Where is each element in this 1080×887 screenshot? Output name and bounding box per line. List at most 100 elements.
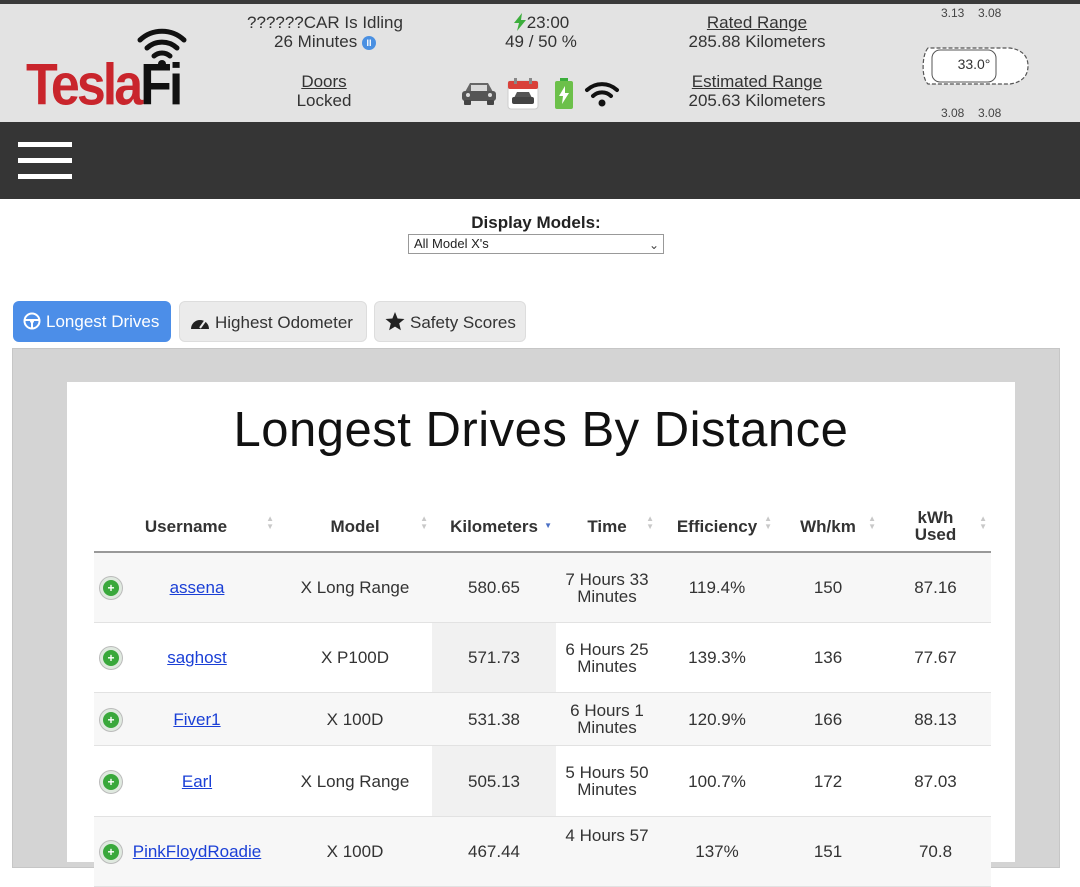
tab-safety-scores[interactable]: Safety Scores <box>374 301 526 342</box>
column-label: Username <box>144 516 228 536</box>
column-header-model[interactable]: Model ▲ ▼ <box>278 500 432 552</box>
sort-desc-icon: ▼ <box>544 521 552 530</box>
calendar-car-icon[interactable] <box>506 78 540 110</box>
column-label: Kilometers <box>450 516 538 536</box>
car-parked-icon[interactable] <box>460 78 498 108</box>
username-link[interactable]: assena <box>170 579 225 596</box>
tab-label: Highest Odometer <box>215 313 353 332</box>
cell-time: 7 Hours 33 Minutes <box>565 569 649 606</box>
doors-value: Locked <box>296 91 352 110</box>
cell-model: X P100D <box>320 648 390 667</box>
cell-time: 6 Hours 25 Minutes <box>565 639 649 676</box>
display-models-label: Display Models: <box>471 213 601 232</box>
tire-pressure-front-left: 3.13 <box>941 6 965 20</box>
column-header-kilometers[interactable]: Kilometers ▼ <box>432 500 556 552</box>
tab-label: Safety Scores <box>410 313 516 332</box>
expand-row-icon[interactable]: + <box>100 647 122 669</box>
column-label: kWh Used <box>914 508 957 544</box>
table-row: + PinkFloydRoadie X 100D 467.44 4 Hours … <box>94 817 991 887</box>
cell-kwh-used: 77.67 <box>914 648 957 667</box>
estimated-range-label[interactable]: Estimated Range <box>662 72 852 91</box>
cell-kwh-used: 87.16 <box>914 578 957 597</box>
hamburger-menu-icon[interactable] <box>18 142 72 180</box>
charge-status: 23:00 49 / 50 % <box>482 13 600 51</box>
rated-range: Rated Range 285.88 Kilometers <box>662 13 852 51</box>
expand-row-icon[interactable]: + <box>100 841 122 863</box>
rated-range-label[interactable]: Rated Range <box>662 13 852 32</box>
tab-longest-drives[interactable]: Longest Drives <box>13 301 171 342</box>
panel-title: Longest Drives By Distance <box>233 403 849 457</box>
idle-duration: 26 Minutes II <box>236 32 414 51</box>
charge-level: 49 / 50 % <box>505 32 577 51</box>
star-icon <box>385 312 405 331</box>
charge-time: 23:00 <box>482 13 600 32</box>
cabin-temperature: 33.0° <box>957 56 991 72</box>
expand-row-icon[interactable]: + <box>100 577 122 599</box>
cell-efficiency: 119.4% <box>688 578 746 597</box>
sort-icon: ▲ ▼ <box>868 514 876 531</box>
cell-kwh-used: 87.03 <box>914 771 957 791</box>
sort-icon: ▲ ▼ <box>764 514 772 531</box>
cell-kilometers: 580.65 <box>468 578 520 597</box>
username-link[interactable]: Earl <box>182 773 212 790</box>
column-header-wh-km[interactable]: Wh/km ▲ ▼ <box>776 500 880 552</box>
table-row: + Earl X Long Range 505.13 5 Hours 50 Mi… <box>94 746 991 817</box>
column-label: Wh/km <box>800 516 856 536</box>
wifi-logo-icon <box>137 28 187 68</box>
car-status-text: ??????CAR Is Idling <box>247 13 403 32</box>
expand-row-icon[interactable]: + <box>100 709 122 731</box>
cell-time: 4 Hours 57 <box>565 826 649 845</box>
teslafi-logo[interactable]: TeslaFi <box>26 20 196 118</box>
cell-efficiency: 100.7% <box>688 771 746 791</box>
status-header: TeslaFi ??????CAR Is Idling 26 Minutes I… <box>0 0 1080 122</box>
cell-kwh-used: 88.13 <box>914 709 957 729</box>
sort-icon: ▲ ▼ <box>266 514 274 531</box>
tab-highest-odometer[interactable]: Highest Odometer <box>179 301 367 342</box>
cell-efficiency: 139.3% <box>688 648 746 667</box>
sort-icon: ▲ ▼ <box>646 514 654 531</box>
column-header-kwh-used[interactable]: kWh Used ▲ ▼ <box>880 500 991 552</box>
speedometer-icon <box>191 320 209 329</box>
cell-time: 5 Hours 50 Minutes <box>565 763 649 799</box>
nav-bar <box>0 122 1080 199</box>
cell-wh-km: 151 <box>813 842 843 861</box>
column-label: Model <box>330 516 380 536</box>
chevron-down-icon: ⌄ <box>648 238 659 252</box>
tire-pressure-rear-left: 3.08 <box>941 106 965 120</box>
cell-username: Fiver1 <box>128 693 266 745</box>
model-select[interactable]: All Model X's ⌄ <box>408 234 664 254</box>
cell-wh-km: 150 <box>813 578 843 597</box>
battery-charging-icon[interactable] <box>554 78 574 110</box>
cell-wh-km: 172 <box>813 771 843 791</box>
tire-pressure-rear-right: 3.08 <box>978 106 1002 120</box>
username-link[interactable]: saghost <box>167 649 227 666</box>
cell-username: Earl <box>128 746 266 816</box>
expand-row-icon[interactable]: + <box>100 771 122 793</box>
status-icons <box>460 78 624 112</box>
cell-time: 6 Hours 1 Minutes <box>570 701 644 737</box>
table-row: + assena X Long Range 580.65 7 Hours 33 … <box>94 553 991 623</box>
cell-username: PinkFloydRoadie <box>128 817 266 886</box>
column-label: Efficiency <box>676 516 758 536</box>
wifi-icon[interactable] <box>584 80 620 108</box>
column-label: Time <box>587 516 627 536</box>
cell-efficiency: 120.9% <box>688 709 746 729</box>
pause-icon[interactable]: II <box>361 36 376 50</box>
username-link[interactable]: PinkFloydRoadie <box>133 843 262 860</box>
doors-label[interactable]: Doors <box>264 72 384 91</box>
cell-wh-km: 166 <box>813 709 843 729</box>
cell-kilometers: 505.13 <box>468 771 520 791</box>
cell-kilometers: 531.38 <box>468 709 520 729</box>
tab-label: Longest Drives <box>46 312 160 331</box>
column-header-time[interactable]: Time ▲ ▼ <box>556 500 658 552</box>
cell-model: X 100D <box>326 709 384 729</box>
sort-icon: ▲ ▼ <box>420 514 428 531</box>
cell-username: assena <box>128 553 266 622</box>
cell-kilometers: 467.44 <box>468 842 520 861</box>
username-link[interactable]: Fiver1 <box>173 711 220 728</box>
column-header-efficiency[interactable]: Efficiency ▲ ▼ <box>658 500 776 552</box>
cell-model: X 100D <box>326 842 384 861</box>
column-header-username[interactable]: Username ▲ ▼ <box>94 500 278 552</box>
table-row: + saghost X P100D 571.73 6 Hours 25 Minu… <box>94 623 991 693</box>
estimated-range-value: 205.63 Kilometers <box>688 91 826 110</box>
